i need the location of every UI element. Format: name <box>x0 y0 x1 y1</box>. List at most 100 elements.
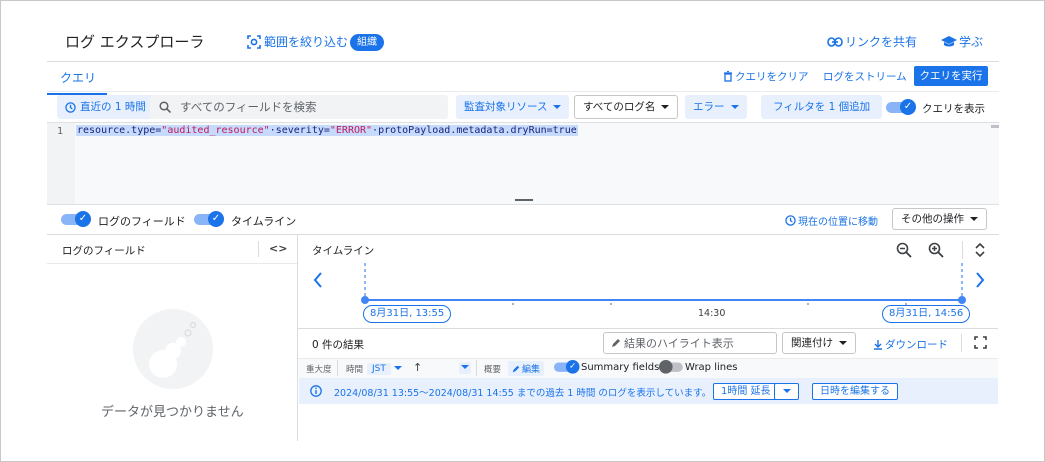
timeline-end-label[interactable]: 8月31日, 14:56 <box>882 305 971 323</box>
summary-fields-toggle[interactable]: ✓ <box>554 360 580 374</box>
results-count: 0 件の結果 <box>312 339 365 351</box>
time-range-label: 直近の 1 時間 <box>80 101 146 113</box>
correlate-dropdown[interactable]: 関連付け <box>782 332 856 354</box>
code-string: "ERROR" <box>329 125 373 136</box>
wrap-lines-label: Wrap lines <box>685 362 738 373</box>
expand-columns-button[interactable] <box>459 362 471 374</box>
chevron-down-icon <box>783 389 791 393</box>
log-fields-toggle-label: ログのフィールド <box>98 215 186 228</box>
query-code-line[interactable]: resource.type="audited_resource"·severit… <box>76 125 578 136</box>
edit-time-button[interactable]: 日時を編集する <box>812 383 898 400</box>
check-icon: ✓ <box>75 211 91 227</box>
jump-to-now-button[interactable]: 現在の位置に移動 <box>785 213 878 228</box>
summary-fields-label: Summary fields <box>581 362 660 373</box>
code-segment: ·protoPayload.metadata.dryRun=true <box>372 125 577 136</box>
zoom-out-icon[interactable] <box>896 242 912 258</box>
more-actions-dropdown[interactable]: その他の操作 <box>892 208 987 230</box>
wrap-lines-toggle[interactable] <box>659 360 685 374</box>
divider <box>258 241 259 257</box>
edit-summary-button[interactable]: 編集 <box>508 361 545 376</box>
log-fields-toggle[interactable]: ✓ <box>61 211 91 227</box>
resource-filter-label: 監査対象リソース <box>464 101 548 113</box>
school-icon <box>941 35 957 46</box>
column-time[interactable]: 時間 <box>346 363 363 375</box>
extend-options-dropdown[interactable] <box>774 383 799 400</box>
search-input[interactable]: すべてのフィールドを検索 <box>150 95 448 119</box>
tab-query[interactable]: クエリ <box>60 69 96 86</box>
log-fields-panel-title: ログのフィールド <box>62 245 146 257</box>
pencil-icon <box>512 365 520 372</box>
download-icon <box>874 340 882 350</box>
expand-collapse-icon[interactable] <box>975 242 985 258</box>
resource-filter-dropdown[interactable]: 監査対象リソース <box>456 95 570 119</box>
download-button[interactable]: ダウンロード <box>873 337 948 352</box>
show-query-label: クエリを表示 <box>922 103 985 115</box>
divider <box>337 360 338 376</box>
clear-query-label: クエリをクリア <box>735 71 809 83</box>
timeline-start-label[interactable]: 8月31日, 13:55 <box>363 305 452 323</box>
log-explorer-window: ログ エクスプローラ 範囲を絞り込む 組織 リンクを共有 学ぶ クエリ クエリを… <box>0 0 1045 462</box>
time-range-button[interactable]: 直近の 1 時間 <box>57 95 154 119</box>
clock-icon <box>65 101 76 113</box>
chevron-down-icon <box>661 105 670 109</box>
panel-divider[interactable] <box>297 235 298 441</box>
timeline-toggle[interactable]: ✓ <box>194 211 224 227</box>
empty-state-text: データが見つかりません <box>101 405 244 420</box>
log-name-filter-label: すべてのログ名 <box>583 101 656 113</box>
share-link-button[interactable]: リンクを共有 <box>827 33 917 50</box>
fullscreen-icon[interactable] <box>974 336 987 349</box>
line-number: 1 <box>57 126 64 137</box>
divider <box>298 328 998 329</box>
info-banner-message: 2024/08/31 13:55〜2024/08/31 14:55 までの過去 … <box>334 388 712 399</box>
timeline-track[interactable] <box>356 261 971 311</box>
clear-query-button[interactable]: クエリをクリア <box>723 69 809 84</box>
timezone-dropdown[interactable]: JST <box>367 361 402 375</box>
column-severity[interactable]: 重大度 <box>306 363 332 375</box>
collapse-panel-icon[interactable]: <> <box>269 242 287 255</box>
refine-scope-label: 範囲を絞り込む <box>264 35 349 49</box>
chevron-down-icon <box>970 217 978 221</box>
timezone-label: JST <box>367 363 391 375</box>
info-icon <box>310 385 322 397</box>
sort-arrow-icon[interactable]: ↑ <box>413 361 422 374</box>
highlight-results-placeholder: 結果のハイライト表示 <box>624 337 734 350</box>
chevron-down-icon <box>461 365 469 369</box>
divider <box>47 234 999 235</box>
check-icon: ✓ <box>208 211 224 227</box>
chevron-down-icon <box>553 105 562 109</box>
chevron-left-icon[interactable] <box>313 272 323 288</box>
learn-button[interactable]: 学ぶ <box>941 33 983 50</box>
zoom-in-icon[interactable] <box>928 242 944 258</box>
column-summary: 概要 <box>484 365 502 375</box>
editor-resize-handle[interactable] <box>515 199 533 201</box>
learn-label: 学ぶ <box>959 35 984 49</box>
code-segment: ·severity= <box>269 125 330 136</box>
chevron-down-icon <box>393 366 402 370</box>
log-name-filter-dropdown[interactable]: すべてのログ名 <box>574 95 679 119</box>
divider <box>47 263 297 264</box>
stream-logs-button[interactable]: ログをストリーム <box>823 69 907 84</box>
add-filter-button[interactable]: フィルタを 1 個追加 <box>761 95 883 119</box>
severity-filter-dropdown[interactable]: エラー <box>685 95 747 119</box>
scope-icon <box>247 34 261 49</box>
chevron-right-icon[interactable] <box>975 272 985 288</box>
highlight-results-input[interactable]: 結果のハイライト表示 <box>603 332 777 354</box>
severity-filter-label: エラー <box>693 101 725 113</box>
correlate-label: 関連付け <box>791 337 833 349</box>
extend-time-button[interactable]: 1時間 延長 <box>713 383 779 400</box>
scope-badge: 組織 <box>350 34 384 51</box>
divider <box>476 360 477 376</box>
link-icon <box>827 36 843 47</box>
divider <box>962 241 963 259</box>
download-label: ダウンロード <box>885 339 948 351</box>
refine-scope-button[interactable]: 範囲を絞り込む <box>247 33 348 50</box>
timeline-toggle-label: タイムライン <box>231 215 297 228</box>
divider <box>47 91 999 92</box>
editor-scrollbar[interactable] <box>991 125 999 128</box>
show-query-toggle[interactable]: ✓ <box>886 99 916 115</box>
run-query-button[interactable]: クエリを実行 <box>914 66 988 86</box>
more-actions-label: その他の操作 <box>901 213 964 225</box>
bubbles-icon <box>149 321 197 378</box>
share-link-label: リンクを共有 <box>845 35 918 49</box>
pencil-icon <box>612 339 620 347</box>
